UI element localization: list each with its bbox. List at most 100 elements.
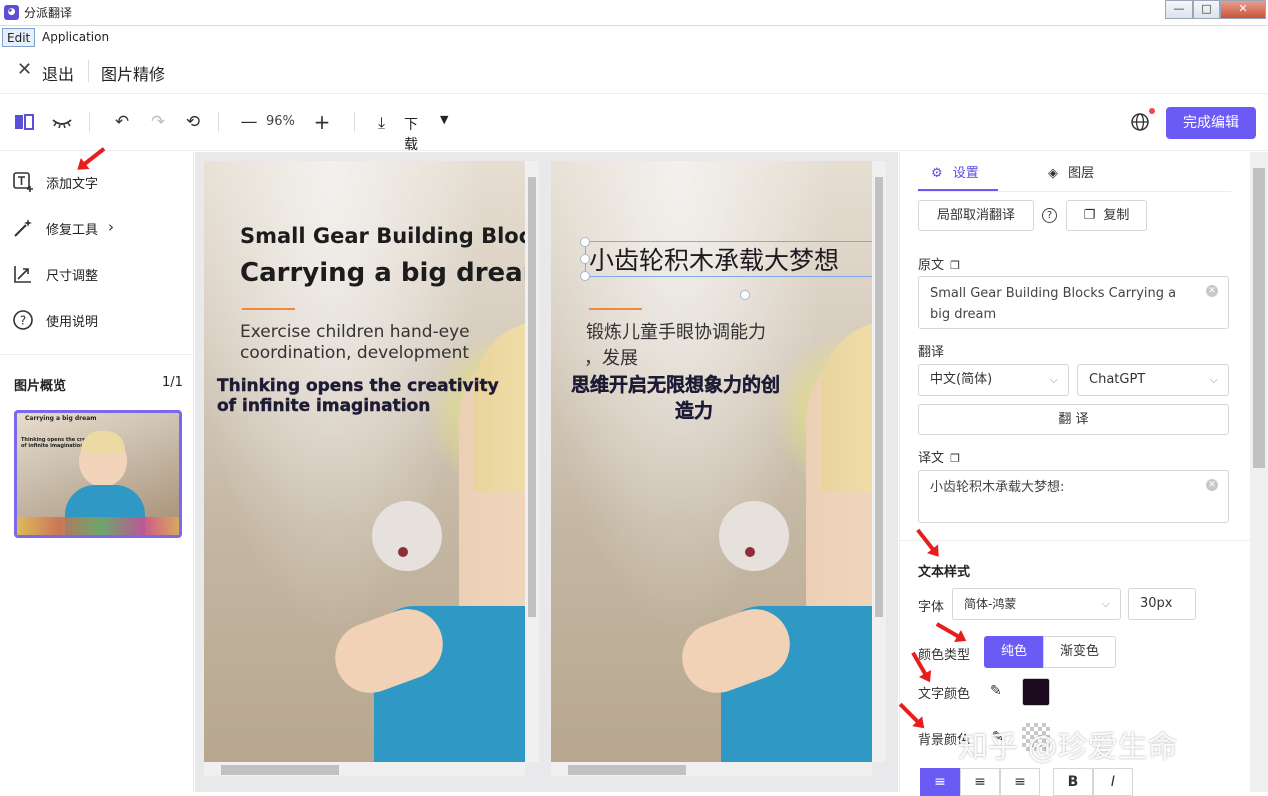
vertical-scrollbar[interactable]: [525, 161, 539, 762]
toolbar-divider: [89, 112, 90, 132]
result-text: 小齿轮积木承载大梦想:: [930, 480, 1065, 495]
tool-repair[interactable]: 修复工具 ›: [12, 215, 132, 241]
engine-select[interactable]: ChatGPT ⌵: [1077, 364, 1229, 396]
language-value: 中文(简体): [930, 372, 993, 387]
translate-button[interactable]: 翻 译: [918, 404, 1229, 435]
translated-image[interactable]: 小齿轮积木承载大梦想 锻炼儿童手眼协调能力 ，发展 思维开启无限想象力的创 造力: [551, 161, 872, 762]
close-window-button[interactable]: ✕: [1220, 0, 1266, 19]
translated-sub-1: 锻炼儿童手眼协调能力: [586, 322, 766, 343]
zoom-out-icon[interactable]: —: [238, 111, 260, 133]
chevron-down-icon: ⌵: [1209, 373, 1218, 386]
translated-title[interactable]: 小齿轮积木承载大梦想: [589, 241, 839, 277]
translated-bold-2: 造力: [675, 400, 714, 422]
chevron-right-icon: ›: [108, 218, 114, 236]
result-text-box[interactable]: 小齿轮积木承载大梦想: ✕: [918, 470, 1229, 523]
watermark: 知乎 @珍爱生命: [958, 730, 1178, 765]
toolbar: ↶ ↷ ⟲ — 96% + ⤓ 下载 ▼ 完成编辑: [0, 95, 1268, 153]
eyedropper-icon[interactable]: ✎: [990, 683, 1002, 699]
text-style-title: 文本样式: [918, 565, 971, 580]
divider: [88, 60, 89, 82]
menu-edit[interactable]: Edit: [2, 28, 36, 47]
cancel-partial-translation-button[interactable]: 局部取消翻译: [918, 200, 1034, 231]
minimize-button[interactable]: —: [1165, 0, 1193, 19]
clear-icon[interactable]: ✕: [1206, 285, 1218, 297]
image-gear-toy: [719, 501, 789, 571]
tool-label: 添加文字: [46, 177, 99, 192]
copy-button[interactable]: ❐ 复制: [1066, 200, 1147, 231]
font-value: 简体-鸿蒙: [964, 597, 1017, 611]
thumb-caption: Carrying a big dream: [25, 415, 97, 422]
chevron-down-icon: ⌵: [1101, 597, 1110, 610]
language-select[interactable]: 中文(简体) ⌵: [918, 364, 1069, 396]
caret-down-icon: ▼: [440, 113, 449, 126]
settings-panel: ⚙ 设置 ◈ 图层 局部取消翻译 ? ❐ 复制 原文 ❐ Small Gear …: [899, 152, 1268, 796]
chevron-down-icon: ⌵: [1049, 373, 1058, 386]
image-gear-toy: [372, 501, 442, 571]
source-text: Small Gear Building Blocks Carrying a bi…: [930, 286, 1177, 322]
horizontal-scrollbar[interactable]: [204, 762, 525, 776]
undo-icon[interactable]: ↶: [111, 111, 133, 133]
tab-settings[interactable]: ⚙ 设置: [931, 162, 979, 188]
thumb-child-hair: [81, 431, 125, 453]
tool-help[interactable]: ? 使用说明: [12, 307, 132, 333]
divider: [900, 540, 1250, 541]
tool-add-text[interactable]: 添加文字: [12, 169, 132, 195]
scroll-thumb[interactable]: [221, 765, 339, 775]
vertical-scrollbar[interactable]: [1250, 152, 1268, 792]
help-icon[interactable]: ?: [1042, 208, 1057, 223]
orange-divider: [242, 308, 295, 310]
color-gradient-button[interactable]: 渐变色: [1043, 636, 1116, 668]
text-color-label: 文字颜色: [918, 687, 971, 702]
original-image[interactable]: Small Gear Building Blocks Carrying a bi…: [204, 161, 525, 762]
original-bold-1: Thinking opens the creativity: [217, 376, 499, 396]
header: ✕ 退出 图片精修: [0, 48, 1268, 94]
font-select[interactable]: 简体-鸿蒙 ⌵: [952, 588, 1121, 620]
scroll-thumb[interactable]: [1253, 168, 1265, 468]
history-icon[interactable]: ⟲: [182, 111, 204, 133]
globe-icon[interactable]: [1130, 112, 1150, 132]
result-label: 译文 ❐: [918, 447, 960, 466]
image-thumbnail[interactable]: Carrying a big dream Thinking opens the …: [14, 410, 182, 538]
tool-resize[interactable]: 尺寸调整: [12, 261, 132, 287]
compare-view-icon[interactable]: [13, 111, 35, 133]
exit-button[interactable]: 退出: [42, 61, 74, 85]
finish-editing-button[interactable]: 完成编辑: [1166, 107, 1256, 139]
scroll-thumb[interactable]: [568, 765, 686, 775]
rotate-handle[interactable]: [740, 290, 750, 300]
font-label: 字体: [918, 600, 945, 615]
original-title-1: Small Gear Building Blocks: [240, 224, 525, 248]
tab-layers[interactable]: ◈ 图层: [1048, 162, 1094, 188]
original-sub-2: coordination, development: [240, 343, 470, 363]
copy-icon[interactable]: ❐: [950, 452, 960, 465]
vertical-scrollbar[interactable]: [872, 161, 886, 762]
active-tab-indicator: [918, 189, 998, 191]
hide-eye-icon[interactable]: [51, 111, 73, 133]
translate-label: 翻译: [918, 345, 945, 360]
app-icon: ◕: [4, 5, 19, 20]
resize-icon: [12, 263, 34, 285]
scroll-thumb[interactable]: [875, 177, 883, 617]
close-icon[interactable]: ✕: [17, 59, 32, 80]
source-text-box[interactable]: Small Gear Building Blocks Carrying a bi…: [918, 276, 1229, 329]
redo-icon[interactable]: ↷: [147, 111, 169, 133]
font-size-input[interactable]: 30px: [1128, 588, 1196, 620]
notification-dot: [1149, 108, 1155, 114]
image-gear-hole: [745, 547, 755, 557]
svg-text:?: ?: [20, 314, 26, 328]
clear-icon[interactable]: ✕: [1206, 479, 1218, 491]
menu-application[interactable]: Application: [38, 28, 113, 47]
magic-wand-icon: [12, 217, 34, 239]
divider: [918, 191, 1231, 192]
text-color-swatch[interactable]: [1022, 678, 1050, 706]
maximize-button[interactable]: □: [1193, 0, 1220, 19]
zoom-in-icon[interactable]: +: [311, 111, 333, 133]
image-child-hair: [821, 321, 872, 491]
overview-title: 图片概览: [14, 379, 67, 394]
scroll-thumb[interactable]: [528, 177, 536, 617]
copy-icon[interactable]: ❐: [950, 259, 960, 272]
color-solid-button[interactable]: 纯色: [984, 636, 1044, 668]
orange-divider: [589, 308, 642, 310]
thumb-caption: of infinite imagination: [21, 443, 84, 449]
horizontal-scrollbar[interactable]: [551, 762, 872, 776]
title-bar: ◕ 分派翻译 — □ ✕: [0, 0, 1268, 26]
